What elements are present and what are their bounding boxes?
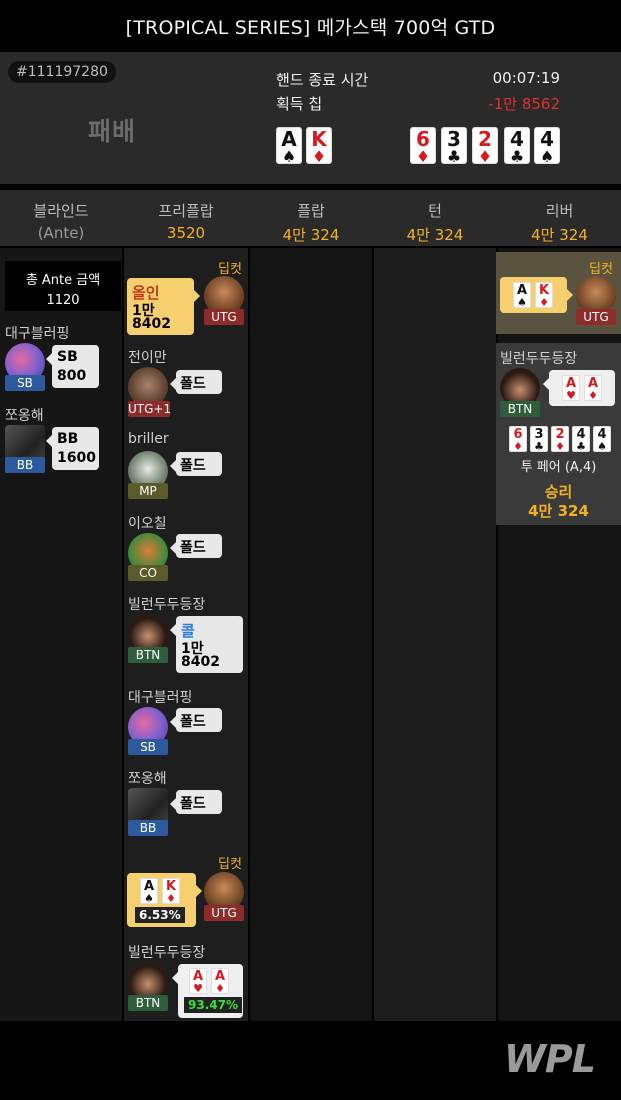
chips-label: 획득 칩: [276, 95, 323, 113]
player-name: briller: [128, 431, 169, 447]
player-name: 쪼옹해: [128, 771, 167, 787]
end-time-label: 핸드 종료 시간: [276, 71, 369, 89]
win-amount: 4만 324: [528, 502, 589, 520]
street-preflop: 프리플랍 3520: [158, 202, 214, 242]
villain-card: A ♥: [189, 968, 207, 994]
wpl-logo: WPL: [504, 1037, 596, 1081]
fold-bubble: 폴드: [170, 534, 222, 558]
position-badge: BTN: [128, 647, 168, 663]
villain-card: A ♦: [211, 968, 229, 994]
board-card: 4 ♠: [534, 127, 560, 165]
villain-showdown-bubble: A ♥ A ♦ 93.47%: [172, 964, 243, 1018]
board-card: 3 ♣: [530, 426, 548, 452]
position-badge: UTG: [204, 309, 244, 325]
board-card: 4 ♣: [572, 426, 590, 452]
player-name: 전이만: [128, 350, 167, 366]
title-bar: [TROPICAL SERIES] 메가스택 700억 GTD: [0, 0, 621, 52]
position-badge: BTN: [128, 995, 168, 1011]
board-card: 2 ♦: [472, 127, 498, 165]
street-blinds: 블라인드 (Ante): [33, 202, 89, 242]
hole-card: K ♦: [306, 127, 332, 165]
board-card: 4 ♠: [593, 426, 611, 452]
board-card: 6 ♦: [509, 426, 527, 452]
fold-bubble: 폴드: [170, 790, 222, 814]
board-card: 3 ♣: [441, 127, 467, 165]
flop-column: [250, 248, 372, 1021]
footer: WPL: [0, 1021, 621, 1100]
fold-bubble: 폴드: [170, 370, 222, 394]
winner-card: A ♦: [584, 375, 602, 401]
turn-column: [374, 248, 496, 1021]
blind-action-bubble: BB 1600: [46, 427, 99, 470]
board-card: 2 ♦: [551, 426, 569, 452]
hand-id-badge: #111197280: [8, 61, 116, 83]
result-label: 패배: [88, 117, 137, 146]
board-card: 6 ♦: [410, 127, 436, 165]
position-badge: BB: [5, 457, 45, 473]
river-hero-bubble: A ♠ K ♦: [500, 277, 573, 313]
street-flop: 플랍 4만 324: [282, 202, 340, 244]
street-header: 블라인드 (Ante) 프리플랍 3520 플랍 4만 324 턴 4만 324…: [0, 190, 621, 246]
winner-card: A ♥: [562, 375, 580, 401]
position-badge: UTG: [204, 905, 244, 921]
ante-total-box: 총 Ante 금액 1120: [5, 261, 121, 311]
position-badge: MP: [128, 483, 168, 499]
street-turn: 턴 4만 324: [406, 202, 464, 244]
hero-showdown-bubble: A ♠ K ♦ 6.53%: [127, 873, 202, 927]
player-name: 대구블러핑: [5, 326, 70, 342]
page-title: [TROPICAL SERIES] 메가스택 700억 GTD: [125, 16, 496, 39]
player-name: 빌런두두등장: [128, 945, 206, 961]
call-bubble: 콜 1만 8402: [170, 616, 243, 673]
position-badge: BTN: [500, 401, 540, 417]
fold-bubble: 폴드: [170, 708, 222, 732]
hero-equity: 6.53%: [135, 907, 185, 923]
hero-tag: 딥컷: [218, 262, 242, 277]
winner-cards-bubble: A ♥ A ♦: [543, 370, 615, 406]
street-river: 리버 4만 324: [531, 202, 588, 244]
hero-allin-bubble: 올인 1만 8402: [127, 278, 200, 335]
hero-card: K ♦: [535, 282, 553, 308]
player-name: 빌런두두등장: [128, 597, 206, 613]
player-name: 빌런두두등장: [500, 351, 578, 367]
position-badge: UTG: [576, 309, 616, 325]
position-badge: SB: [5, 375, 45, 391]
position-badge: CO: [128, 565, 168, 581]
fold-bubble: 폴드: [170, 452, 222, 476]
win-label: 승리: [544, 483, 573, 501]
board-card: 4 ♣: [504, 127, 530, 165]
villain-equity: 93.47%: [184, 997, 242, 1013]
chips-value: -1만 8562: [488, 95, 560, 113]
position-badge: SB: [128, 739, 168, 755]
hero-tag: 딥컷: [218, 857, 242, 872]
hand-rank: 투 페어 (A,4): [520, 460, 597, 475]
end-time-value: 00:07:19: [492, 69, 560, 87]
hero-card: A ♠: [513, 282, 531, 308]
player-name: 대구블러핑: [128, 690, 193, 706]
hero-card: K ♦: [162, 878, 180, 904]
position-badge: UTG+1: [128, 401, 172, 417]
position-badge: BB: [128, 820, 168, 836]
blind-action-bubble: SB 800: [46, 345, 99, 388]
hole-card: A ♠: [276, 127, 302, 165]
player-name: 쪼옹해: [5, 408, 44, 424]
hero-tag: 딥컷: [589, 262, 613, 277]
player-name: 이오칠: [128, 516, 167, 532]
hero-card: A ♠: [140, 878, 158, 904]
